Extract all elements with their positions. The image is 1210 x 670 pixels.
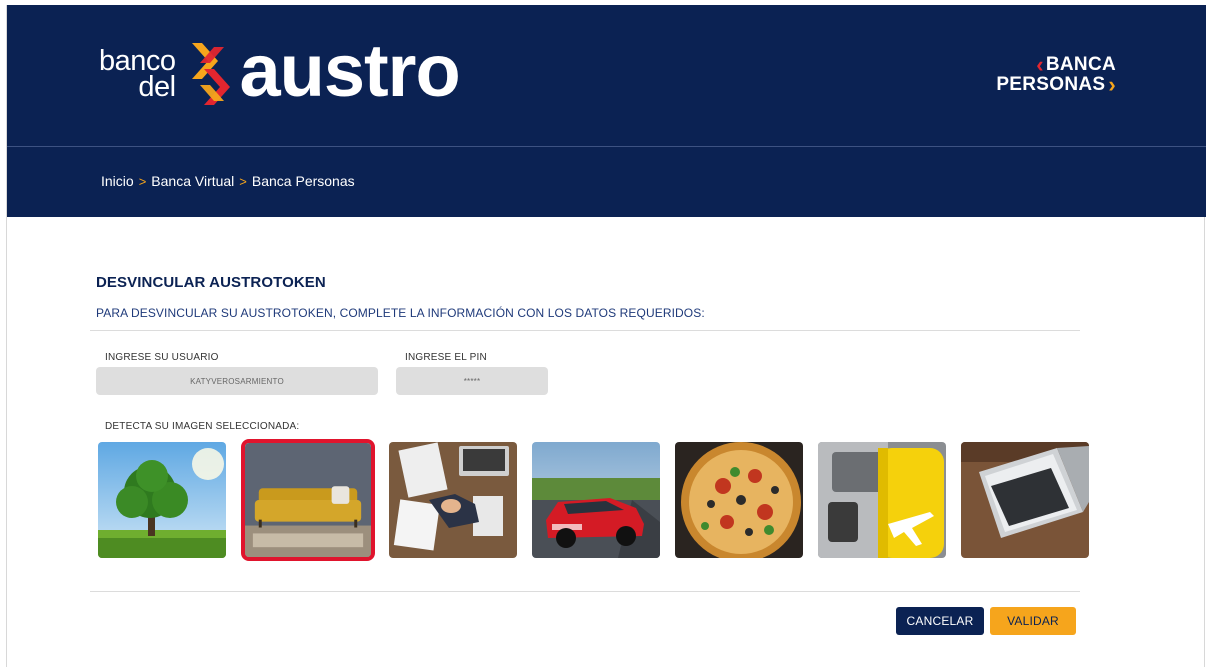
image-option-yellow-suitcase[interactable]	[818, 442, 946, 558]
personas-label: PERSONAS	[996, 74, 1106, 95]
site-header: banco del austro ‹ BANCA PERSONAS › Inic…	[7, 5, 1206, 217]
breadcrumb-inicio[interactable]: Inicio	[101, 173, 134, 189]
page-subtitle: PARA DESVINCULAR SU AUSTROTOKEN, COMPLET…	[96, 306, 705, 320]
banca-line-2: PERSONAS ›	[996, 72, 1116, 97]
image-option-red-car[interactable]	[532, 442, 660, 558]
pizza-image	[675, 442, 803, 558]
image-option-office-handshake[interactable]	[389, 442, 517, 558]
image-option-tree[interactable]	[98, 442, 226, 558]
image-option-sofa[interactable]	[241, 439, 375, 561]
validate-button[interactable]: VALIDAR	[990, 607, 1076, 635]
user-field-label: INGRESE SU USUARIO	[105, 352, 219, 363]
banca-label: BANCA	[1045, 54, 1116, 75]
header-divider	[7, 146, 1206, 147]
pin-field-label: INGRESE EL PIN	[405, 352, 487, 363]
image-select-label: DETECTA SU IMAGEN SELECCIONADA:	[105, 421, 300, 432]
logo-small-words: banco del	[99, 47, 176, 103]
yellow-suitcase-image	[818, 442, 946, 558]
sofa-image	[245, 443, 371, 557]
office-handshake-image	[389, 442, 517, 558]
page-frame: banco del austro ‹ BANCA PERSONAS › Inic…	[6, 5, 1206, 667]
section-divider-bottom	[90, 591, 1080, 592]
red-car-image	[532, 442, 660, 558]
page-title: DESVINCULAR AUSTROTOKEN	[96, 274, 326, 291]
banca-personas-badge[interactable]: ‹ BANCA PERSONAS ›	[996, 52, 1116, 97]
image-option-laptop[interactable]	[961, 442, 1089, 558]
breadcrumb-separator-icon: >	[138, 173, 147, 189]
section-divider-top	[90, 330, 1080, 331]
tree-image	[98, 442, 226, 558]
logo-word-austro: austro	[239, 29, 461, 112]
user-input[interactable]: KATYVEROSARMIENTO	[96, 367, 378, 395]
chevron-right-icon: ›	[1108, 72, 1116, 97]
laptop-image	[961, 442, 1089, 558]
banca-line-1: ‹ BANCA	[996, 52, 1116, 77]
pin-input[interactable]: *****	[396, 367, 548, 395]
austro-x-mark-icon	[191, 43, 230, 105]
breadcrumb: Inicio > Banca Virtual > Banca Personas	[101, 173, 355, 189]
logo-word-del: del	[138, 71, 176, 103]
breadcrumb-banca-personas: Banca Personas	[251, 173, 355, 189]
chevron-left-icon: ‹	[1036, 52, 1044, 77]
image-option-pizza[interactable]	[675, 442, 803, 558]
breadcrumb-banca-virtual[interactable]: Banca Virtual	[151, 173, 234, 189]
banco-del-austro-logo[interactable]: banco del austro	[99, 29, 461, 112]
cancel-button[interactable]: CANCELAR	[896, 607, 984, 635]
breadcrumb-separator-icon: >	[239, 173, 247, 189]
